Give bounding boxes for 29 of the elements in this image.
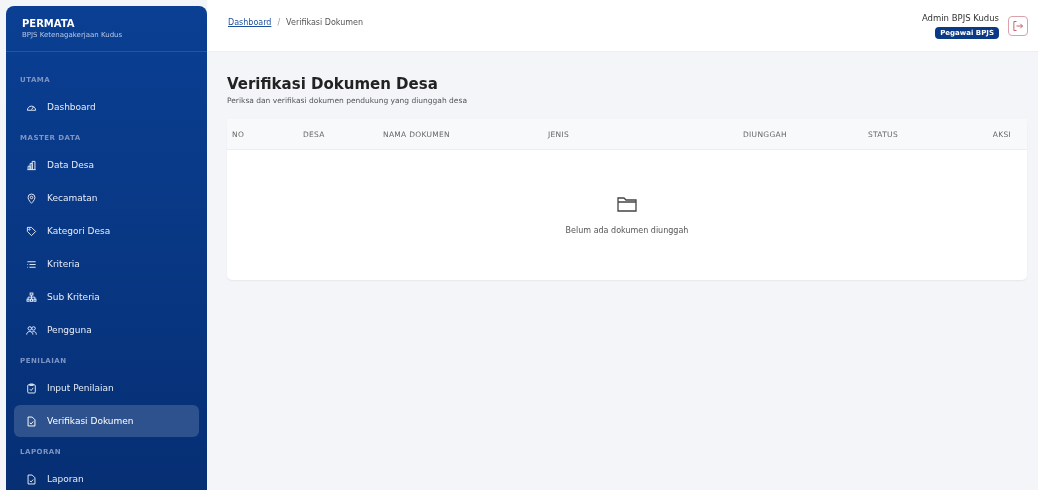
sidebar-item[interactable]: Kecamatan — [14, 182, 199, 214]
sidebar-item[interactable]: Dashboard — [14, 91, 199, 123]
sidebar-item[interactable]: Kategori Desa — [14, 215, 199, 247]
sidebar-item[interactable]: Verifikasi Dokumen — [14, 405, 199, 437]
document-icon — [26, 473, 37, 485]
empty-message: Belum ada dokumen diunggah — [565, 225, 689, 235]
sidebar-item[interactable]: Pengguna — [14, 314, 199, 346]
breadcrumb-current: Verifikasi Dokumen — [286, 18, 364, 27]
document-icon — [26, 415, 37, 427]
sidebar-item[interactable]: Kriteria — [14, 248, 199, 280]
hierarchy-icon — [26, 291, 37, 303]
user-name: Admin BPJS Kudus — [921, 12, 999, 23]
location-pin-icon — [26, 192, 37, 204]
folder-icon — [617, 195, 637, 212]
breadcrumb-link[interactable]: Dashboard — [228, 18, 272, 27]
page-title: Verifikasi Dokumen Desa — [227, 75, 439, 93]
users-icon — [26, 324, 37, 336]
clipboard-check-icon — [26, 382, 37, 394]
tag-icon — [26, 225, 37, 237]
sidebar-item[interactable]: Input Penilaian — [14, 372, 199, 404]
bar-chart-icon — [26, 159, 37, 171]
list-icon — [26, 258, 37, 270]
sidebar-item[interactable]: Data Desa — [14, 149, 199, 181]
logout-button[interactable] — [1008, 15, 1028, 36]
breadcrumb-separator: / — [277, 18, 281, 27]
logout-icon — [1012, 19, 1024, 32]
brand-name: PERMATA — [22, 18, 76, 29]
sidebar-item[interactable]: Sub Kriteria — [14, 281, 199, 313]
sidebar-item[interactable]: Laporan — [14, 463, 199, 490]
